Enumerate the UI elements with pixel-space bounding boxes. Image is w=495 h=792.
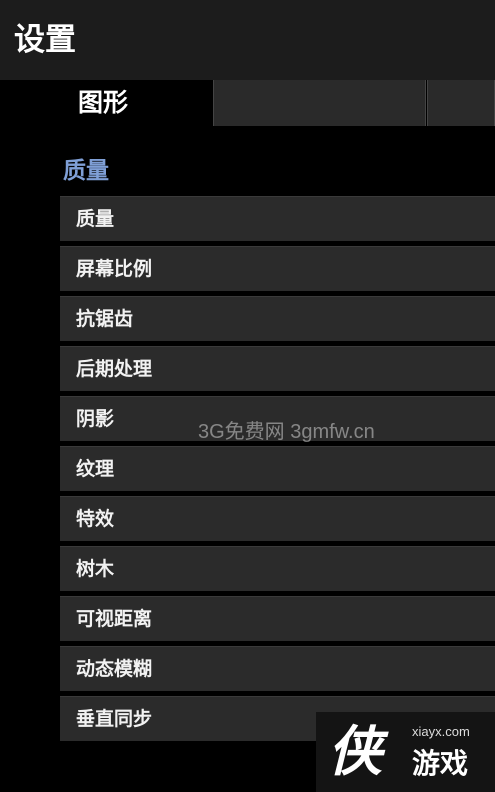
logo-url: xiayx.com (412, 724, 470, 739)
tab-second[interactable] (213, 80, 426, 126)
setting-label: 质量 (76, 208, 115, 230)
setting-row-effects[interactable]: 特效 (60, 496, 495, 541)
setting-row-view-distance[interactable]: 可视距离 (60, 596, 495, 641)
setting-row-trees[interactable]: 树木 (60, 546, 495, 591)
logo-mark: 侠 (328, 719, 382, 783)
setting-label: 阴影 (76, 408, 115, 430)
logo-text: 游戏 (412, 747, 469, 780)
setting-row-quality[interactable]: 质量 (60, 196, 495, 241)
setting-row-anti-aliasing[interactable]: 抗锯齿 (60, 296, 495, 341)
setting-label: 可视距离 (76, 608, 153, 630)
setting-label: 特效 (76, 508, 115, 530)
setting-label: 屏幕比例 (76, 258, 153, 280)
watermark-text: 3G免费网 3gmfw.cn (198, 421, 375, 443)
setting-label: 动态模糊 (76, 658, 153, 680)
setting-label: 树木 (76, 558, 115, 580)
setting-row-screen-ratio[interactable]: 屏幕比例 (60, 246, 495, 291)
app-header: 设置 (0, 0, 495, 80)
setting-row-motion-blur[interactable]: 动态模糊 (60, 646, 495, 691)
tab-graphics-label: 图形 (78, 88, 129, 117)
setting-label: 纹理 (76, 458, 115, 480)
tab-graphics[interactable]: 图形 (60, 80, 212, 126)
setting-row-post-processing[interactable]: 后期处理 (60, 346, 495, 391)
page-title: 设置 (14, 22, 76, 58)
settings-list: 质量 屏幕比例 抗锯齿 后期处理 阴影 纹理 特效 树木 可视距离 动态模糊 垂… (60, 196, 495, 746)
setting-label: 抗锯齿 (76, 308, 134, 330)
tab-third[interactable] (427, 80, 495, 126)
setting-label: 垂直同步 (76, 708, 153, 730)
setting-label: 后期处理 (76, 358, 153, 380)
setting-row-textures[interactable]: 纹理 (60, 446, 495, 491)
site-logo: 侠 xiayx.com 游戏 (316, 712, 495, 792)
section-title-quality: 质量 (63, 158, 109, 184)
